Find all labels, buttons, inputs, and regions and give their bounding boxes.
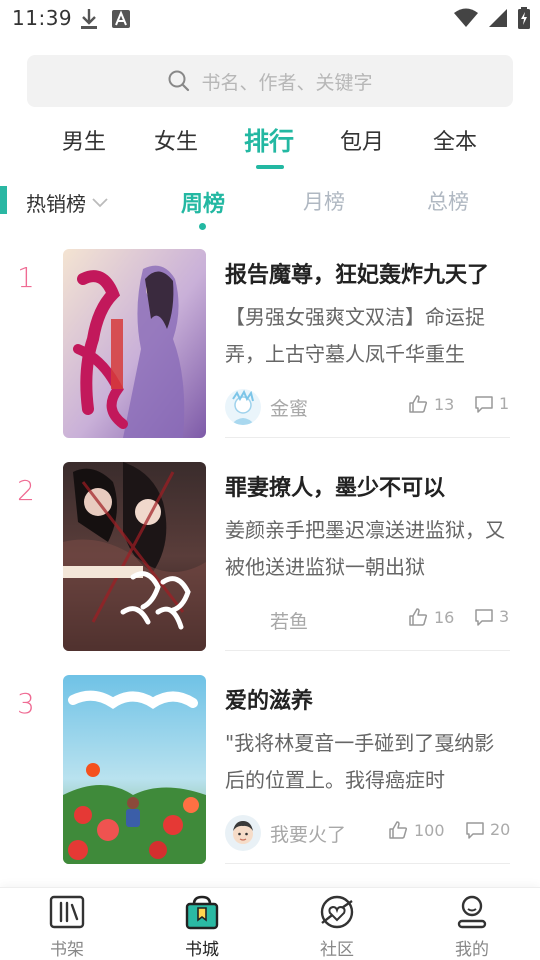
avatar[interactable] <box>225 389 261 425</box>
status-bar: 11:39 <box>0 0 540 38</box>
bookstore-icon <box>162 892 242 932</box>
nav-label: 社区 <box>320 940 354 960</box>
tab-month[interactable]: 月榜 <box>303 186 345 216</box>
tab-female[interactable]: 女生 <box>154 124 198 156</box>
book-list-item[interactable]: 2 罪妻撩人，墨少不可以 姜颜亲手把墨迟凛送进监狱，又被他送进监狱一朝出狱 若鱼 <box>0 462 540 675</box>
search-input[interactable]: 书名、作者、关键字 <box>27 55 513 107</box>
thumbs-up-icon <box>408 607 428 627</box>
like-button[interactable]: 100 <box>388 820 445 840</box>
comment-icon <box>474 395 494 413</box>
like-count: 16 <box>434 607 455 627</box>
ranking-accent-bar <box>0 186 7 214</box>
book-description: "我将林夏音一手碰到了戛纳影后的位置上。我得癌症时 <box>225 731 495 792</box>
download-icon <box>80 8 98 34</box>
battery-charging-icon <box>518 7 530 33</box>
tab-total[interactable]: 总榜 <box>427 186 469 216</box>
period-active-dot <box>199 223 206 230</box>
nav-profile[interactable]: 我的 <box>432 892 512 960</box>
comment-count: 20 <box>490 820 511 839</box>
like-count: 13 <box>434 394 455 414</box>
font-a-icon <box>112 10 130 32</box>
nav-bookstore[interactable]: 书城 <box>162 892 242 960</box>
comment-icon <box>474 608 494 626</box>
nav-label: 我的 <box>455 940 489 960</box>
ranking-bar: 热销榜 周榜 月榜 总榜 <box>0 178 540 230</box>
tab-ranking[interactable]: 排行 <box>244 122 294 158</box>
bottom-nav: 书架 书城 社区 我的 <box>0 887 540 960</box>
like-button[interactable]: 13 <box>408 394 454 414</box>
divider <box>225 863 510 864</box>
book-title[interactable]: 爱的滋养 <box>225 683 515 715</box>
comment-button[interactable]: 1 <box>474 394 509 413</box>
bookshelf-icon <box>27 892 107 932</box>
book-list-item[interactable]: 3 爱的滋养 "我将林夏音一手碰到了戛纳影后的位置上。我得癌症时 我要火了 10… <box>0 675 540 888</box>
nav-label: 书架 <box>50 940 84 960</box>
book-description: 姜颜亲手把墨迟凛送进监狱，又被他送进监狱一朝出狱 <box>225 518 505 579</box>
rank-number: 3 <box>17 687 35 720</box>
book-description: 【男强女强爽文双洁】命运捉弄，上古守墓人凤千华重生 <box>225 305 485 366</box>
comment-button[interactable]: 20 <box>465 820 510 839</box>
author-name[interactable]: 金蜜 <box>270 394 308 421</box>
nav-community[interactable]: 社区 <box>297 892 377 960</box>
like-count: 100 <box>414 820 445 840</box>
search-icon <box>167 69 191 93</box>
comment-icon <box>465 821 485 839</box>
like-button[interactable]: 16 <box>408 607 454 627</box>
author-name[interactable]: 我要火了 <box>270 820 346 847</box>
book-cover[interactable] <box>63 249 206 438</box>
ranking-type-select[interactable]: 热销榜 <box>26 188 108 217</box>
book-title[interactable]: 报告魔尊，狂妃轰炸九天了 <box>225 257 515 289</box>
tab-complete[interactable]: 全本 <box>433 124 477 156</box>
author-name[interactable]: 若鱼 <box>270 607 308 634</box>
nav-bookshelf[interactable]: 书架 <box>27 892 107 960</box>
profile-icon <box>432 892 512 932</box>
divider <box>225 437 510 438</box>
book-list-item[interactable]: 1 报告魔尊，狂妃轰炸九天了 【男强女强爽文双洁】命运捉弄，上古守墓人凤千华重生… <box>0 249 540 462</box>
thumbs-up-icon <box>408 394 428 414</box>
avatar[interactable] <box>225 815 261 851</box>
book-cover[interactable] <box>63 462 206 651</box>
tab-monthly[interactable]: 包月 <box>340 124 384 156</box>
tab-active-indicator <box>256 165 284 169</box>
wifi-icon <box>454 8 478 32</box>
book-title[interactable]: 罪妻撩人，墨少不可以 <box>225 470 515 502</box>
search-placeholder: 书名、作者、关键字 <box>201 71 373 94</box>
comment-button[interactable]: 3 <box>474 607 509 626</box>
rank-number: 1 <box>17 261 35 294</box>
ranking-type-label: 热销榜 <box>26 192 86 216</box>
comment-count: 3 <box>499 607 510 626</box>
divider <box>225 650 510 651</box>
status-time: 11:39 <box>12 6 73 30</box>
nav-label: 书城 <box>185 940 219 960</box>
category-tabs: 男生 女生 排行 包月 全本 <box>0 118 540 174</box>
thumbs-up-icon <box>388 820 408 840</box>
signal-icon <box>488 8 508 32</box>
rank-number: 2 <box>17 474 35 507</box>
chevron-down-icon <box>92 197 108 208</box>
comment-count: 1 <box>499 394 510 413</box>
community-icon <box>297 892 377 932</box>
tab-weekly[interactable]: 周榜 <box>181 186 225 218</box>
tab-male[interactable]: 男生 <box>62 124 106 156</box>
book-cover[interactable] <box>63 675 206 864</box>
